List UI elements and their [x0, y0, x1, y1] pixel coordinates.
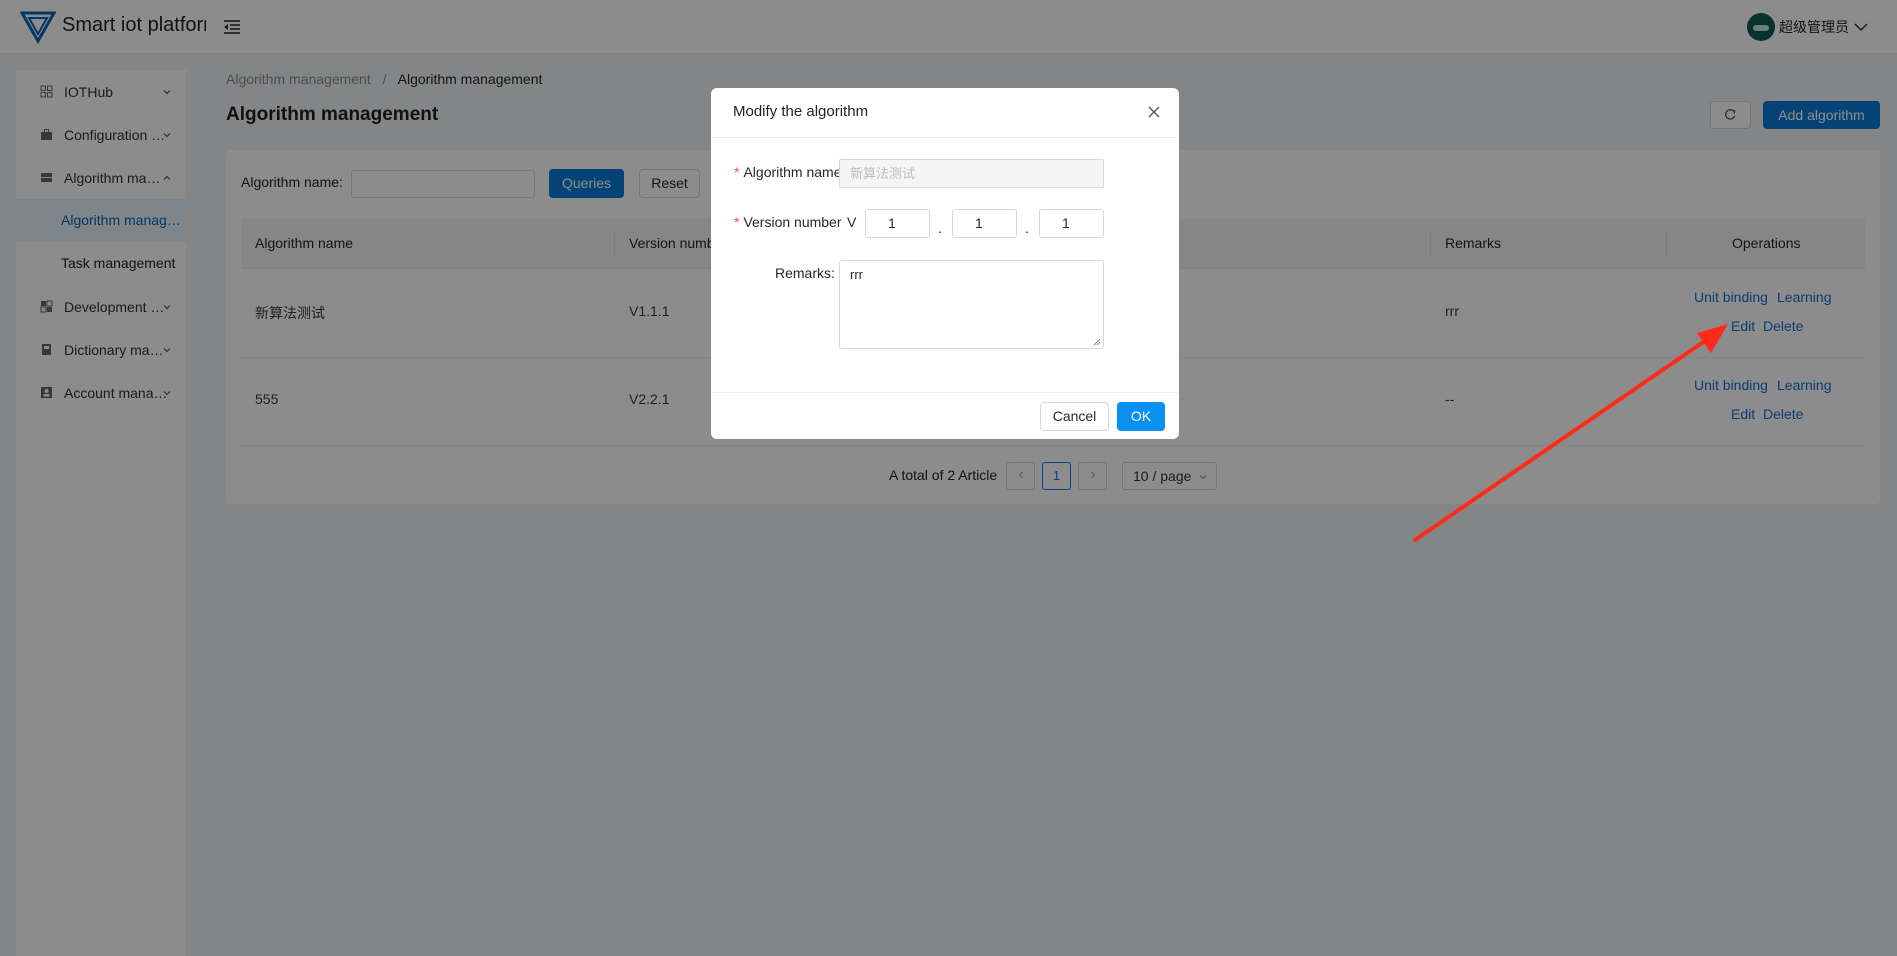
required-mark: * [734, 164, 740, 180]
modify-algorithm-modal: Modify the algorithm * Algorithm name 新算法… [711, 88, 1179, 439]
version-minor-input[interactable]: 1 [952, 209, 1017, 238]
resize-handle-icon[interactable] [1093, 338, 1101, 346]
version-number-label: * Version number [734, 214, 842, 230]
remarks-label: Remarks: [775, 265, 835, 281]
algorithm-name-input: 新算法测试 [839, 159, 1104, 188]
cancel-button[interactable]: Cancel [1040, 402, 1109, 431]
algorithm-name-label: * Algorithm name [734, 164, 842, 180]
required-mark: * [734, 214, 740, 230]
remarks-value: rrr [850, 267, 863, 282]
modal-header-divider [711, 137, 1179, 138]
version-separator: . [938, 220, 942, 236]
modal-title: Modify the algorithm [733, 103, 869, 120]
version-prefix: V [847, 214, 857, 230]
close-icon[interactable] [1147, 105, 1161, 119]
version-patch-input[interactable]: 1 [1039, 209, 1104, 238]
version-separator: . [1025, 220, 1029, 236]
version-major-input[interactable]: 1 [865, 209, 930, 238]
ok-button[interactable]: OK [1117, 402, 1165, 431]
modal-footer-divider [711, 392, 1179, 393]
remarks-textarea[interactable]: rrr [839, 260, 1104, 349]
